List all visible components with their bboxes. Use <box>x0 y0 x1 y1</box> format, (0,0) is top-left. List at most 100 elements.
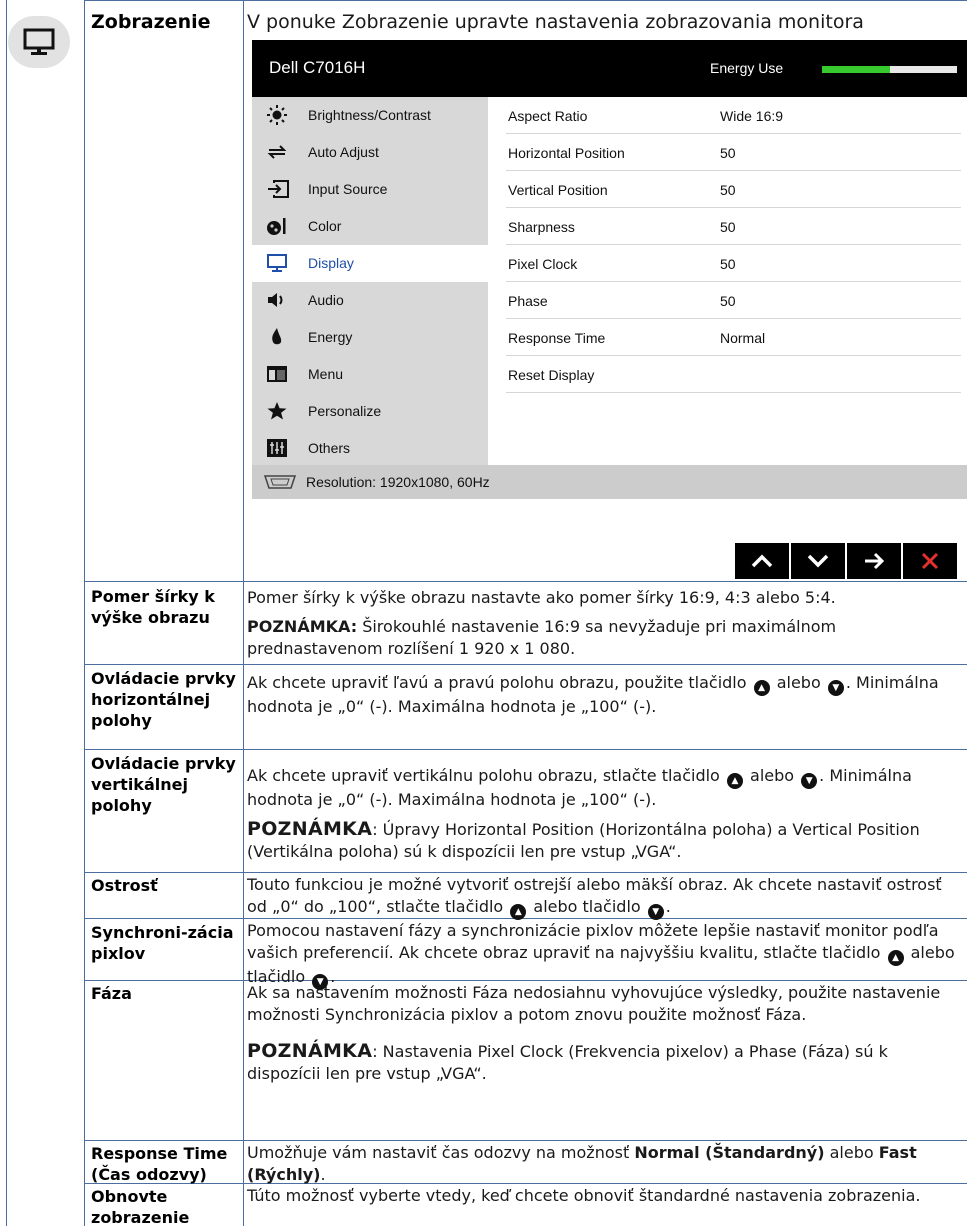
close-icon <box>921 552 939 570</box>
osd-header: Dell C7016H Energy Use <box>252 40 967 97</box>
phase-note: POZNÁMKA: Nastavenia Pixel Clock (Frekve… <box>247 1040 965 1085</box>
row-label-vertical-position: Ovládacie prvky vertikálnej polohy <box>91 754 236 815</box>
response-time-text: Umožňuje vám nastaviť čas odozvy na možn… <box>247 1142 965 1186</box>
menu-icon <box>266 364 288 384</box>
vertical-position-note: POZNÁMKA: Úpravy Horizontal Position (Ho… <box>247 818 965 863</box>
osd-menu-item-label: Others <box>308 440 351 456</box>
osd-menu-item-audio[interactable]: Audio <box>252 282 488 319</box>
sun-icon <box>266 105 288 125</box>
osd-menu-item-others[interactable]: Others <box>252 430 488 467</box>
row-desc-response-time: Umožňuje vám nastaviť čas odozvy na možn… <box>247 1142 965 1186</box>
row-label-response-time: Response Time (Čas odozvy) <box>91 1144 228 1184</box>
osd-setting-phase[interactable]: Phase 50 <box>506 282 961 319</box>
osd-menu-item-label: Brightness/Contrast <box>308 107 431 123</box>
osd-setting-pixel-clock[interactable]: Pixel Clock 50 <box>506 245 961 282</box>
sharpness-text: Touto funkciou je možné vytvoriť ostrejš… <box>247 874 965 920</box>
monitor-icon <box>23 28 55 55</box>
text-part: alebo <box>824 1143 879 1162</box>
osd-enter-button[interactable] <box>847 543 901 579</box>
osd-menu-item-input-source[interactable]: Input Source <box>252 171 488 208</box>
osd-setting-aspect-ratio[interactable]: Aspect Ratio Wide 16:9 <box>506 97 961 134</box>
osd-setting-horizontal-position[interactable]: Horizontal Position 50 <box>506 134 961 171</box>
text-part: alebo tlačidlo <box>528 897 646 916</box>
osd-setting-name: Pixel Clock <box>508 256 578 272</box>
text-part: Pomocou nastavení fázy a synchronizácie … <box>247 921 939 962</box>
down-button-icon: ▼ <box>827 680 844 696</box>
text-part: . <box>320 1165 326 1184</box>
note-head: POZNÁMKA <box>247 1040 373 1062</box>
row-desc-phase: Ak sa nastavením možnosti Fáza nedosiahn… <box>247 982 965 1085</box>
input-source-icon <box>266 179 289 199</box>
osd-menu-item-label: Auto Adjust <box>308 144 379 160</box>
chevron-up-icon <box>751 554 773 568</box>
osd-menu-item-auto-adjust[interactable]: Auto Adjust <box>252 134 488 171</box>
row-desc-horizontal-position: Ak chcete upraviť ľavú a pravú polohu ob… <box>247 672 965 718</box>
osd-setting-reset-display[interactable]: Reset Display <box>506 356 961 393</box>
phase-text: Ak sa nastavením možnosti Fáza nedosiahn… <box>247 983 941 1024</box>
text-part: alebo <box>771 673 826 692</box>
reset-display-text: Túto možnosť vyberte vtedy, keď chcete o… <box>247 1186 921 1205</box>
osd-setting-name: Aspect Ratio <box>508 108 588 124</box>
osd-setting-name: Horizontal Position <box>508 145 625 161</box>
pixel-clock-text: Pomocou nastavení fázy a synchronizácie … <box>247 920 965 990</box>
osd-menu-item-color[interactable]: Color <box>252 208 488 245</box>
flame-icon <box>266 327 288 347</box>
text-part: Ak chcete upraviť vertikálnu polohu obra… <box>247 766 720 785</box>
osd-exit-button[interactable] <box>903 543 957 579</box>
row-label-pixel-clock: Synchroni-zácia pixlov <box>91 923 234 963</box>
row-border <box>84 581 967 582</box>
aspect-ratio-text: Pomer šírky k výške obrazu nastavte ako … <box>247 588 836 607</box>
row-border <box>84 664 967 665</box>
down-button-icon: ▼ <box>647 904 664 920</box>
osd-setting-value: 50 <box>720 145 736 161</box>
osd-setting-name: Vertical Position <box>508 182 608 198</box>
osd-menu-item-menu[interactable]: Menu <box>252 356 488 393</box>
osd-setting-name: Phase <box>508 293 548 309</box>
osd-menu-item-display[interactable]: Display <box>252 245 488 282</box>
osd-nav-buttons <box>735 543 965 579</box>
text-part: alebo <box>744 766 800 785</box>
row-desc-reset-display: Túto možnosť vyberte vtedy, keď chcete o… <box>247 1185 965 1207</box>
osd-menu-item-personalize[interactable]: Personalize <box>252 393 488 430</box>
osd-setting-vertical-position[interactable]: Vertical Position 50 <box>506 171 961 208</box>
row-label-reset-display: Obnovte zobrazenie <box>91 1187 190 1227</box>
row-border <box>84 1140 967 1141</box>
row-desc-pixel-clock: Pomocou nastavení fázy a synchronizácie … <box>247 920 965 990</box>
table-border-col2 <box>243 0 244 1226</box>
osd-setting-name: Response Time <box>508 330 606 346</box>
osd-status-bar: Resolution: 1920x1080, 60Hz <box>252 465 967 499</box>
osd-menu: Brightness/Contrast Auto Adjust Input Sour… <box>252 97 488 465</box>
section-icon-badge <box>8 16 70 68</box>
osd-menu-item-label: Audio <box>308 292 344 308</box>
osd-model-title: Dell C7016H <box>269 58 366 77</box>
osd-menu-item-energy[interactable]: Energy <box>252 319 488 356</box>
osd-setting-value: 50 <box>720 293 736 309</box>
table-border-col1 <box>84 0 85 1226</box>
section-title: Zobrazenie <box>91 11 211 33</box>
table-border-outer-left <box>6 0 7 1226</box>
osd-up-button[interactable] <box>735 543 789 579</box>
up-button-icon: ▲ <box>726 773 743 789</box>
color-icon <box>266 216 288 236</box>
osd-setting-value: Normal <box>720 330 766 346</box>
osd-menu-item-brightness-contrast[interactable]: Brightness/Contrast <box>252 97 488 134</box>
row-border <box>84 0 967 1</box>
energy-use-meter-fill <box>822 66 890 73</box>
osd-setting-sharpness[interactable]: Sharpness 50 <box>506 208 961 245</box>
resolution-text: Resolution: 1920x1080, 60Hz <box>306 474 490 490</box>
row-border <box>84 872 967 873</box>
row-label-aspect-ratio: Pomer šírky k výške obrazu <box>91 587 215 627</box>
osd-menu-item-label: Input Source <box>308 181 388 197</box>
energy-use-meter <box>822 66 957 73</box>
up-button-icon: ▲ <box>887 950 904 966</box>
row-label-phase: Fáza <box>91 984 132 1003</box>
row-desc-vertical-position: Ak chcete upraviť vertikálnu polohu obra… <box>247 765 965 863</box>
speaker-icon <box>266 290 288 310</box>
text-part: Ak chcete upraviť ľavú a pravú polohu ob… <box>247 673 747 692</box>
option-normal: Normal (Štandardný) <box>634 1143 825 1162</box>
osd-down-button[interactable] <box>791 543 845 579</box>
text-part: Umožňuje vám nastaviť čas odozvy na možn… <box>247 1143 635 1162</box>
osd-setting-response-time[interactable]: Response Time Normal <box>506 319 961 356</box>
osd-settings-panel: Aspect Ratio Wide 16:9 Horizontal Position… <box>488 97 967 465</box>
aspect-ratio-note: POZNÁMKA: Širokouhlé nastavenie 16:9 sa … <box>247 616 965 660</box>
